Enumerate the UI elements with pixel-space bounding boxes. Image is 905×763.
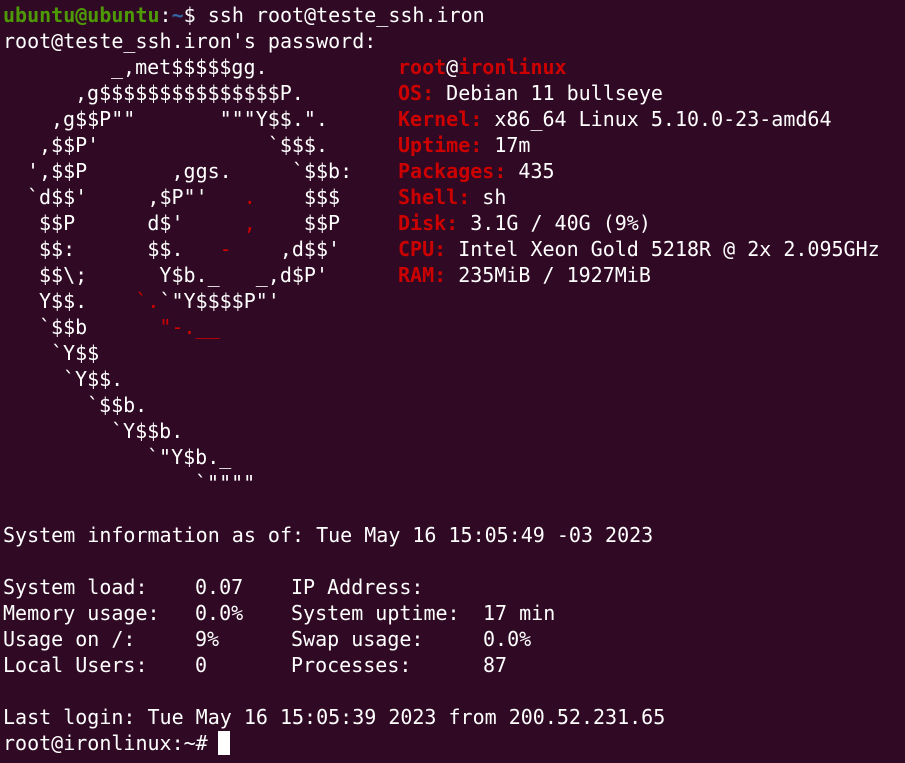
sysinfo-value: 0 bbox=[195, 653, 208, 677]
sysinfo-value: 17 min bbox=[483, 601, 556, 625]
info-shell-label: Shell: bbox=[398, 185, 471, 209]
info-kernel-label: Kernel: bbox=[398, 107, 483, 131]
info-kernel-value: x86_64 Linux 5.10.0-23-amd64 bbox=[482, 107, 832, 131]
info-os: OS: Debian 11 bullseye bbox=[398, 80, 663, 106]
remote-prompt: root@ironlinux:~# bbox=[3, 731, 208, 755]
info-shell: Shell: sh bbox=[398, 184, 506, 210]
local-prompt-line: ubuntu@ubuntu:~$ ssh root@teste_ssh.iron bbox=[3, 2, 485, 28]
prompt-path: ~ bbox=[171, 3, 184, 27]
logo-line-16: `"Y$b._ bbox=[147, 445, 232, 469]
logo-line-8: $$: $$. - ,d$$' bbox=[39, 236, 340, 262]
logo-line-8-c: ,d$$' bbox=[231, 237, 341, 261]
logo-line-7-red: , bbox=[243, 211, 256, 235]
info-packages: Packages: 435 bbox=[398, 158, 555, 184]
logo-line-10-red: `. bbox=[135, 289, 160, 313]
logo-line-8-red: - bbox=[219, 237, 232, 261]
sysinfo-header: System information as of: Tue May 16 15:… bbox=[3, 523, 654, 547]
info-ram: RAM: 235MiB / 1927MiB bbox=[398, 262, 651, 288]
info-shell-value: sh bbox=[470, 185, 507, 209]
sysinfo-label: Usage on /: bbox=[3, 627, 136, 651]
sysinfo-label: Swap usage: bbox=[291, 627, 424, 651]
logo-line-6-red: . bbox=[243, 185, 256, 209]
sysinfo-value: 9% bbox=[195, 627, 220, 651]
info-disk: Disk: 3.1G / 40G (9%) bbox=[398, 210, 651, 236]
logo-line-10-c: `"Y$$$$P"' bbox=[159, 289, 280, 313]
text-cursor[interactable] bbox=[217, 731, 230, 755]
password-prompt: root@teste_ssh.iron's password: bbox=[3, 29, 377, 53]
logo-line-10-a: Y$$. bbox=[39, 289, 136, 313]
logo-line-7: $$P d$' , $$P bbox=[39, 210, 340, 236]
logo-line-6-a: `d$$' ,$P"' bbox=[27, 185, 244, 209]
logo-line-9: $$\; Y$b._ _,d$P' bbox=[39, 263, 328, 287]
sysinfo-value: 0.0% bbox=[195, 601, 244, 625]
info-cpu-label: CPU: bbox=[398, 237, 447, 261]
sysinfo-label: IP Address: bbox=[291, 575, 424, 599]
info-disk-value: 3.1G / 40G (9%) bbox=[458, 211, 651, 235]
info-cpu: CPU: Intel Xeon Gold 5218R @ 2x 2.095GHz bbox=[398, 236, 880, 262]
remote-prompt-line[interactable]: root@ironlinux:~# bbox=[3, 730, 230, 756]
info-kernel: Kernel: x86_64 Linux 5.10.0-23-amd64 bbox=[398, 106, 832, 132]
logo-line-12: `Y$$ bbox=[51, 341, 100, 365]
logo-line-14: `$$b. bbox=[87, 393, 148, 417]
info-at: @ bbox=[446, 55, 459, 79]
terminal-window[interactable]: ubuntu@ubuntu:~$ ssh root@teste_ssh.iron… bbox=[0, 0, 905, 763]
info-packages-value: 435 bbox=[506, 159, 555, 183]
logo-line-6-c: $$$ bbox=[255, 185, 341, 209]
info-packages-label: Packages: bbox=[398, 159, 507, 183]
logo-line-11-red: "-.__ bbox=[159, 315, 220, 339]
info-ram-label: RAM: bbox=[398, 263, 447, 287]
info-uptime-label: Uptime: bbox=[398, 133, 483, 157]
sysinfo-label: Local Users: bbox=[3, 653, 148, 677]
logo-line-13: `Y$$. bbox=[63, 367, 124, 391]
last-login-line: Last login: Tue May 16 15:05:39 2023 fro… bbox=[3, 705, 666, 729]
sysinfo-label: Processes: bbox=[291, 653, 412, 677]
info-os-label: OS: bbox=[398, 81, 435, 105]
logo-line-11: `$$b "-.__ bbox=[39, 314, 220, 340]
logo-line-10: Y$$. `.`"Y$$$$P"' bbox=[39, 288, 280, 314]
info-os-value: Debian 11 bullseye bbox=[434, 81, 663, 105]
sysinfo-value: 0.0% bbox=[483, 627, 532, 651]
info-ram-value: 235MiB / 1927MiB bbox=[446, 263, 651, 287]
info-user: root bbox=[398, 55, 447, 79]
logo-line-4: ,$$P' `$$$. bbox=[39, 133, 328, 157]
logo-line-11-a: `$$b bbox=[39, 315, 160, 339]
sysinfo-value: 0.07 bbox=[195, 575, 244, 599]
prompt-symbol: $ bbox=[183, 3, 196, 27]
prompt-colon: : bbox=[159, 3, 172, 27]
ssh-command: ssh root@teste_ssh.iron bbox=[207, 3, 485, 27]
logo-line-7-c: $$P bbox=[255, 211, 341, 235]
logo-line-1: _,met$$$$$gg. bbox=[111, 55, 268, 79]
info-user-host: root@ironlinux bbox=[398, 54, 567, 80]
info-disk-label: Disk: bbox=[398, 211, 459, 235]
info-host: ironlinux bbox=[458, 55, 567, 79]
sysinfo-label: System uptime: bbox=[291, 601, 460, 625]
logo-line-5: ',$$P ,ggs. `$$b: bbox=[27, 159, 353, 183]
info-uptime: Uptime: 17m bbox=[398, 132, 530, 158]
logo-line-2: ,g$$$$$$$$$$$$$$$P. bbox=[75, 81, 304, 105]
prompt-user-host: ubuntu@ubuntu bbox=[3, 3, 160, 27]
sysinfo-value: 87 bbox=[483, 653, 508, 677]
logo-line-8-a: $$: $$. bbox=[39, 237, 220, 261]
logo-line-3: ,g$$P"" """Y$$.". bbox=[51, 107, 328, 131]
sysinfo-label: System load: bbox=[3, 575, 148, 599]
sysinfo-label: Memory usage: bbox=[3, 601, 160, 625]
logo-line-15: `Y$$b. bbox=[111, 419, 184, 443]
info-cpu-value: Intel Xeon Gold 5218R @ 2x 2.095GHz bbox=[446, 237, 880, 261]
logo-line-17: `"""" bbox=[195, 471, 256, 495]
logo-line-6: `d$$' ,$P"' . $$$ bbox=[27, 184, 340, 210]
info-uptime-value: 17m bbox=[482, 133, 531, 157]
logo-line-7-a: $$P d$' bbox=[39, 211, 244, 235]
